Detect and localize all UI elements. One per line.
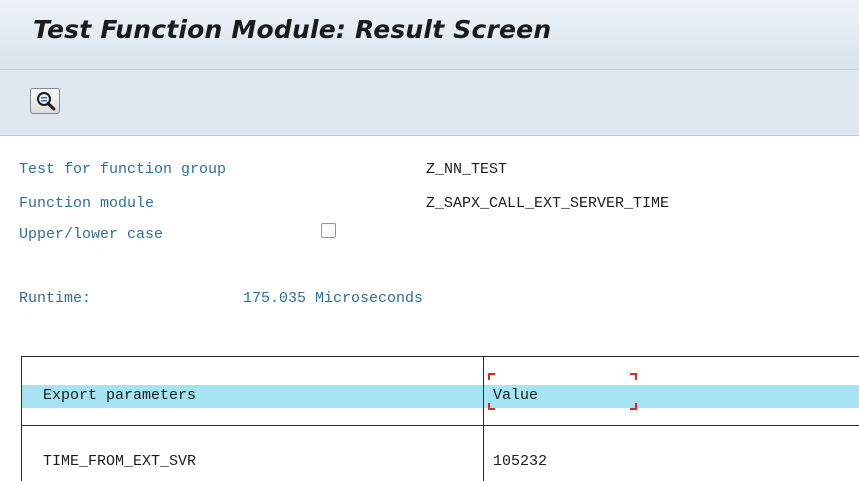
title-bar: Test Function Module: Result Screen <box>0 0 859 70</box>
column-divider <box>483 356 484 481</box>
runtime-label: Runtime: <box>19 290 92 307</box>
table-cell-parameter[interactable]: TIME_FROM_EXT_SVR <box>43 452 196 472</box>
column-header-export-parameters[interactable]: Export parameters <box>43 386 196 406</box>
focus-bracket-bottom-right <box>630 403 637 410</box>
focus-bracket-top-left <box>488 373 495 380</box>
focus-bracket-top-right <box>630 373 637 380</box>
function-module-value: Z_SAPX_CALL_EXT_SERVER_TIME <box>426 195 670 212</box>
function-group-label: Test for function group <box>19 161 227 178</box>
column-header-value[interactable]: Value <box>493 386 538 406</box>
application-toolbar <box>0 70 859 136</box>
function-group-value: Z_NN_TEST <box>426 161 508 178</box>
table-cell-value[interactable]: 105232 <box>493 452 547 472</box>
upper-lower-case-label: Upper/lower case <box>19 226 164 243</box>
focus-bracket-bottom-left <box>488 403 495 410</box>
function-module-label: Function module <box>19 195 155 212</box>
runtime-value: 175.035 Microseconds <box>243 290 424 307</box>
magnifier-icon <box>37 92 56 111</box>
upper-lower-case-checkbox[interactable] <box>321 223 336 238</box>
header-separator <box>22 425 859 426</box>
display-details-button[interactable] <box>30 88 60 114</box>
page-title: Test Function Module: Result Screen <box>33 15 552 44</box>
